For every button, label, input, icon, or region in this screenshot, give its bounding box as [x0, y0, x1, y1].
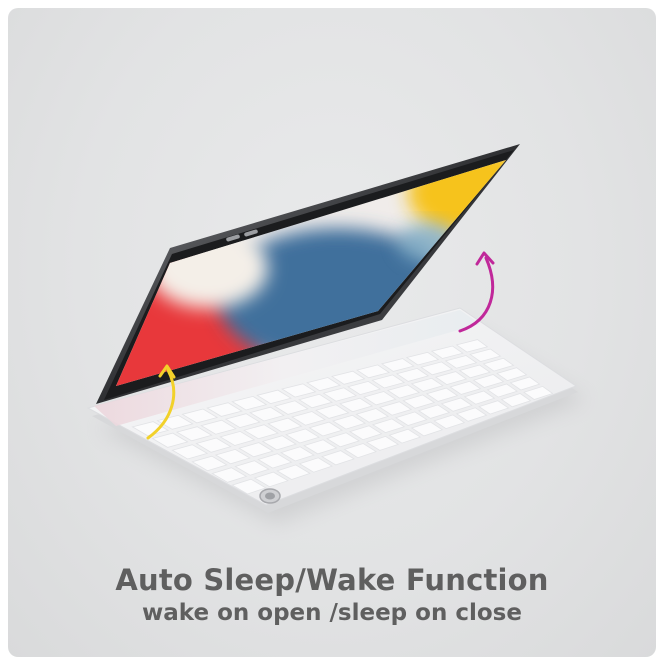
product-illustration [86, 144, 586, 524]
subheadline: wake on open /sleep on close [142, 600, 522, 626]
product-card [8, 8, 656, 657]
headline: Auto Sleep/Wake Function [115, 563, 549, 597]
